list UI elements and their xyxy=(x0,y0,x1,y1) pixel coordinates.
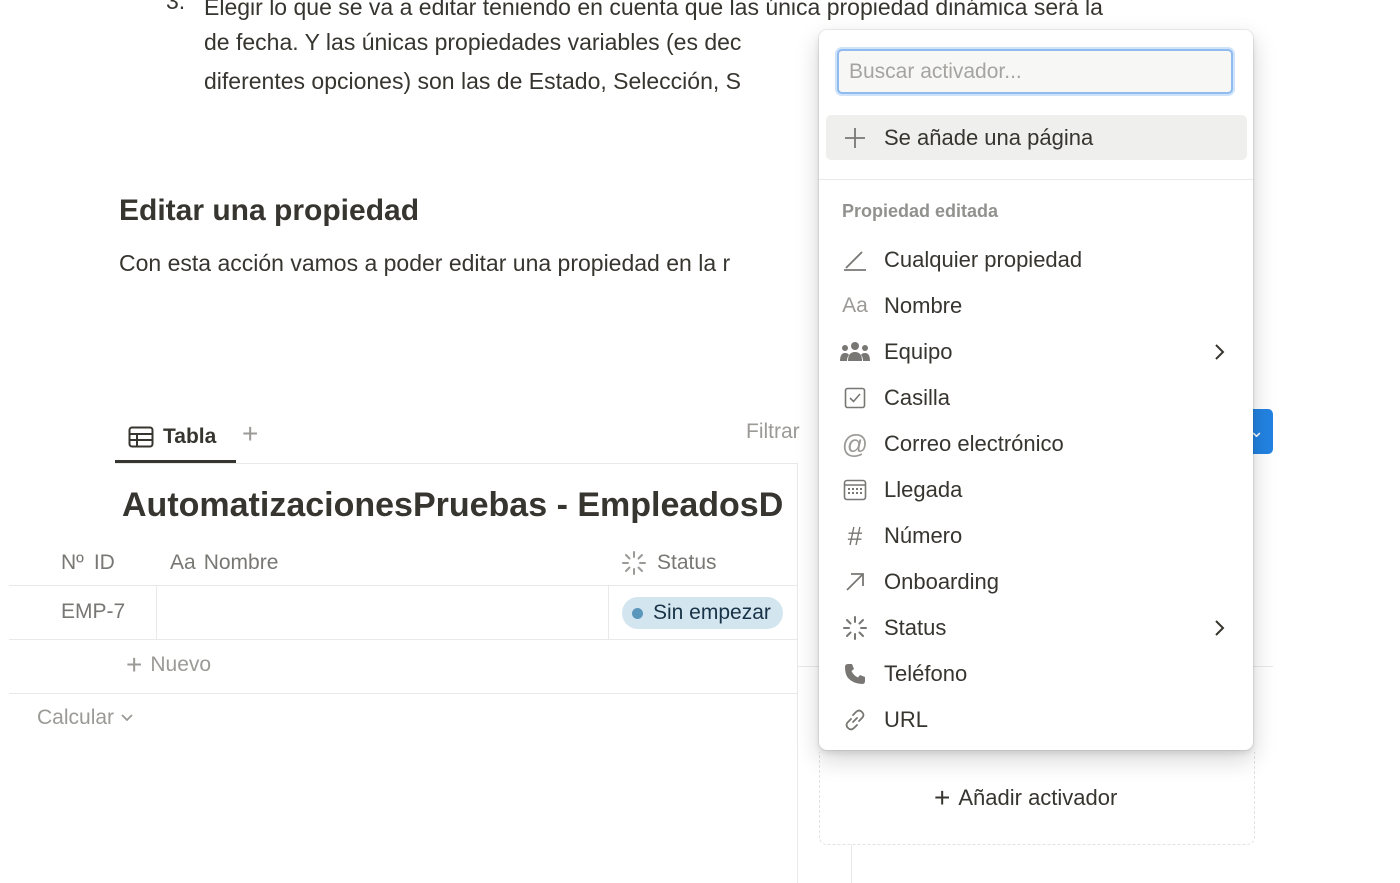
list-line-2: de fecha. Y las únicas propiedades varia… xyxy=(204,29,742,55)
phone-icon xyxy=(826,663,884,685)
menu-section-label: Propiedad editada xyxy=(842,201,999,221)
new-row-button[interactable]: + Nuevo xyxy=(126,651,211,679)
section-paragraph: Con esta acción vamos a poder editar una… xyxy=(119,250,731,276)
menu-item-onboarding[interactable]: Onboarding xyxy=(826,559,1247,605)
plus-icon xyxy=(826,126,884,150)
at-icon: @ xyxy=(841,428,869,459)
menu-item-telefono[interactable]: Teléfono xyxy=(826,651,1247,697)
search-trigger-input[interactable] xyxy=(837,49,1233,94)
panel-divider xyxy=(797,464,798,883)
column-divider xyxy=(156,586,157,640)
menu-item-status[interactable]: Status xyxy=(826,605,1247,651)
column-header-status[interactable]: Status xyxy=(621,540,717,586)
menu-item-url[interactable]: URL xyxy=(826,697,1247,743)
number-icon: Nº xyxy=(61,551,84,574)
menu-item-correo[interactable]: @ Correo electrónico xyxy=(826,421,1247,467)
table-icon xyxy=(128,426,154,448)
pencil-icon xyxy=(826,248,884,272)
status-badge[interactable]: Sin empezar xyxy=(622,597,783,629)
plus-icon: + xyxy=(934,782,951,813)
column-header-id[interactable]: Nº ID xyxy=(61,540,115,586)
column-header-nombre[interactable]: Aa Nombre xyxy=(170,540,278,586)
plus-icon: + xyxy=(126,649,143,680)
menu-item-nombre[interactable]: Aa Nombre xyxy=(826,283,1247,329)
plus-icon: + xyxy=(242,418,259,449)
checkbox-icon xyxy=(826,387,884,409)
list-line-3: diferentes opciones) son las de Estado, … xyxy=(204,68,741,94)
section-heading: Editar una propiedad xyxy=(119,194,420,227)
row-divider xyxy=(9,693,798,694)
text-aa-icon: Aa xyxy=(170,551,196,574)
people-icon xyxy=(826,341,884,363)
add-trigger-button[interactable]: + Añadir activador xyxy=(934,784,1117,812)
list-number: 3. xyxy=(166,0,186,14)
tab-tabla[interactable]: Tabla xyxy=(115,410,236,464)
filter-button[interactable]: Filtrar xyxy=(746,420,800,444)
chevron-down-icon xyxy=(120,713,134,723)
column-divider xyxy=(608,586,609,640)
tab-label: Tabla xyxy=(163,425,217,448)
cell-id: EMP-7 xyxy=(61,600,126,623)
menu-item-casilla[interactable]: Casilla xyxy=(826,375,1247,421)
status-spinner-icon xyxy=(621,550,647,576)
calculate-button[interactable]: Calcular xyxy=(37,706,134,730)
calendar-icon xyxy=(826,479,884,501)
arrow-up-right-icon xyxy=(826,571,884,593)
trigger-dropdown: Se añade una página Propiedad editada Cu… xyxy=(819,30,1253,750)
tabs-divider xyxy=(115,463,798,464)
database-title: AutomatizacionesPruebas - EmpleadosD xyxy=(122,486,784,524)
chevron-right-icon xyxy=(1213,618,1225,643)
chevron-right-icon xyxy=(1213,342,1225,367)
menu-item-llegada[interactable]: Llegada xyxy=(826,467,1247,513)
status-spinner-icon xyxy=(826,615,884,641)
link-icon xyxy=(826,707,884,733)
menu-item-numero[interactable]: # Número xyxy=(826,513,1247,559)
menu-item-page-added[interactable]: Se añade una página xyxy=(826,115,1247,160)
menu-item-any-property[interactable]: Cualquier propiedad xyxy=(826,237,1247,283)
text-aa-icon: Aa xyxy=(842,294,868,317)
menu-divider xyxy=(819,179,1253,180)
menu-item-equipo[interactable]: Equipo xyxy=(826,329,1247,375)
row-divider xyxy=(9,639,798,640)
panel-connector xyxy=(851,845,852,883)
add-view-button[interactable]: + xyxy=(242,418,258,450)
status-dot xyxy=(632,607,643,619)
hash-icon: # xyxy=(847,520,863,551)
